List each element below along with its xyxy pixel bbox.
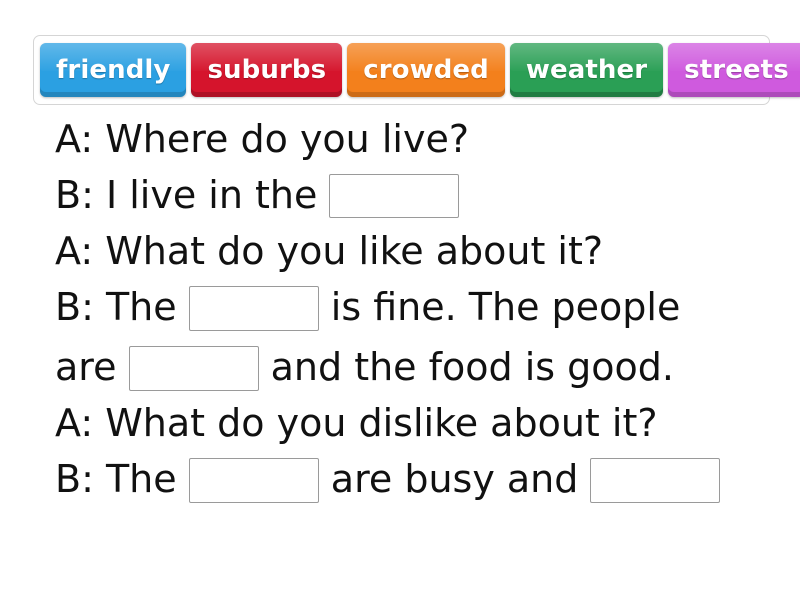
word-chip-suburbs[interactable]: suburbs [191,43,343,97]
word-chip-crowded[interactable]: crowded [347,43,505,97]
dialogue-text: A: What do you like about it? [55,229,604,274]
word-chip-label: streets [684,55,789,85]
dialogue-text: are [55,345,129,390]
word-chip-label: friendly [56,55,171,85]
blank-input-4[interactable] [188,457,319,503]
word-chip-label: weather [525,55,648,85]
dialogue-text: A: Where do you live? [55,117,469,162]
dialogue-text: B: The [55,285,189,330]
dialogue-text: and the food is good. [258,345,674,390]
dialogue-text: B: The [55,457,189,502]
word-chip-label: crowded [363,55,489,85]
dialogue-text: B: I live in the [55,173,330,218]
dialogue-line-6: A: What do you dislike about it? [55,396,775,452]
blank-input-1[interactable] [329,174,460,218]
dialogue-line-3: A: What do you like about it? [55,224,775,280]
word-chip-friendly[interactable]: friendly [40,43,187,97]
dialogue-text: are busy and [318,457,591,502]
dialogue-body: A: Where do you live? B: I live in the A… [55,112,775,508]
dialogue-line-1: A: Where do you live? [55,112,775,168]
blank-input-5[interactable] [590,457,721,503]
dialogue-line-4: B: The is fine. The people [55,280,775,336]
blank-input-2[interactable] [188,285,319,331]
dialogue-text: A: What do you dislike about it? [55,401,658,446]
word-chip-label: suburbs [207,55,327,85]
word-chip-streets[interactable]: streets [668,43,800,97]
dialogue-text: is fine. The people [318,285,681,330]
dialogue-line-5: are and the food is good. [55,340,775,396]
dialogue-line-2: B: I live in the [55,168,775,224]
word-bank: friendly suburbs crowded weather streets [33,35,800,105]
word-chip-weather[interactable]: weather [509,43,664,97]
dialogue-line-7: B: The are busy and [55,452,775,508]
blank-input-3[interactable] [128,345,259,391]
exercise-page: friendly suburbs crowded weather streets… [0,0,800,600]
